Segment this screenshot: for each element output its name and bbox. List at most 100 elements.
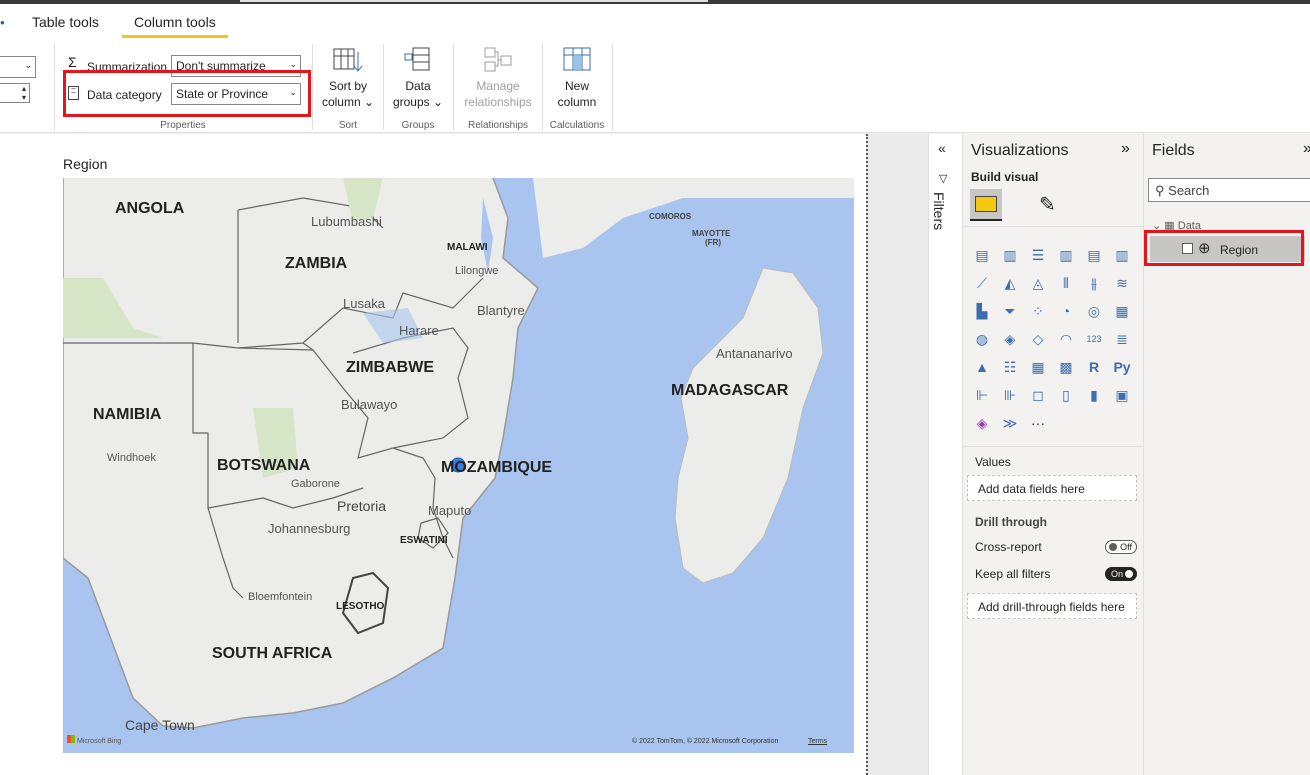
shape-map-icon[interactable]: ◇: [1028, 329, 1048, 349]
slicer-icon[interactable]: ☷: [1000, 357, 1020, 377]
sort-by-label: Sort by: [328, 79, 367, 93]
page-boundary: [866, 134, 868, 775]
map-label-mayotte-fr: (FR): [705, 238, 721, 247]
map-label-mozambique: MOZAMBIQUE: [441, 459, 553, 476]
map-terms-link[interactable]: Terms: [808, 738, 827, 745]
new-column-icon: [563, 47, 591, 71]
filled-map-icon[interactable]: ◈: [1000, 329, 1020, 349]
multi-row-card-icon[interactable]: ≣: [1112, 329, 1132, 349]
map-label-mayotte: MAYOTTE: [692, 229, 731, 238]
format-dropdown[interactable]: ⌄: [0, 56, 36, 78]
map-city-pretoria: Pretoria: [337, 498, 387, 514]
table-icon[interactable]: ▦: [1028, 357, 1048, 377]
new-label: New: [564, 79, 589, 93]
100-stacked-bar-chart-icon[interactable]: ▤: [1084, 245, 1104, 265]
map-label-botswana: BOTSWANA: [217, 457, 311, 474]
sort-by-column-button[interactable]: Sort by column ⌄: [318, 46, 378, 110]
visualizations-pane: Visualizations » Build visual ✎ ▤ ▥ ☰ ▥ …: [962, 134, 1143, 775]
pie-chart-icon[interactable]: ◔: [1056, 301, 1076, 321]
keep-all-filters-toggle[interactable]: On: [1105, 567, 1137, 581]
qna-icon[interactable]: ◻: [1028, 385, 1048, 405]
groups-group-label: Groups: [401, 120, 435, 131]
power-automate-icon[interactable]: ≫: [1000, 413, 1020, 433]
search-icon: ⚲: [1155, 183, 1165, 198]
gauge-icon[interactable]: ◠: [1056, 329, 1076, 349]
tab-column-tools[interactable]: Column tools: [122, 10, 228, 38]
sort-group-label: Sort: [338, 120, 358, 131]
python-visual-icon[interactable]: Py: [1112, 357, 1132, 377]
map-city-cape-town: Cape Town: [125, 717, 195, 733]
stacked-bar-chart-icon[interactable]: ▤: [972, 245, 992, 265]
tab-table-tools[interactable]: Table tools: [20, 10, 111, 38]
collapse-visualizations-icon[interactable]: »: [1121, 140, 1130, 158]
treemap-icon[interactable]: ▦: [1112, 301, 1132, 321]
build-visual-label: Build visual: [971, 170, 1039, 184]
column-label: column: [557, 95, 597, 109]
drill-through-drop-zone[interactable]: Add drill-through fields here: [967, 593, 1137, 619]
format-visual-icon[interactable]: ✎: [1039, 192, 1056, 217]
map-visual[interactable]: ANGOLA ZAMBIA MALAWI ZIMBABWE NAMIBIA BO…: [63, 178, 854, 753]
properties-group-label: Properties: [160, 120, 206, 131]
cross-report-toggle[interactable]: Off: [1105, 540, 1137, 554]
decimal-spinner[interactable]: ▴ ▾: [0, 83, 30, 103]
fields-grid-icon: [975, 196, 997, 212]
funnel-chart-icon[interactable]: ⏷: [1000, 301, 1020, 321]
collapse-fields-icon[interactable]: »: [1303, 140, 1310, 158]
keep-all-filters-label: Keep all filters: [975, 567, 1051, 581]
clustered-bar-chart-icon[interactable]: ☰: [1028, 245, 1048, 265]
r-script-visual-icon[interactable]: R: [1084, 357, 1104, 377]
100-stacked-column-chart-icon[interactable]: ▥: [1112, 245, 1132, 265]
paginated-report-icon[interactable]: ▮: [1084, 385, 1104, 405]
map-city-lusaka: Lusaka: [343, 296, 385, 311]
bing-logo: Microsoft Bing: [67, 735, 121, 745]
back-dot-icon: ●: [0, 18, 5, 27]
scatter-chart-icon[interactable]: ⁘: [1028, 301, 1048, 321]
map-icon[interactable]: ◍: [972, 329, 992, 349]
matrix-icon[interactable]: ▩: [1056, 357, 1076, 377]
decomposition-tree-icon[interactable]: ⊪: [1000, 385, 1020, 405]
fields-title: Fields: [1152, 142, 1195, 159]
key-influencers-icon[interactable]: ⊩: [972, 385, 992, 405]
values-drop-zone[interactable]: Add data fields here: [967, 475, 1137, 501]
map-label-lesotho: LESOTHO: [336, 601, 385, 612]
map-label-madagascar: MADAGASCAR: [671, 382, 789, 399]
line-stacked-column-icon[interactable]: ⫵: [1084, 273, 1104, 293]
new-column-button[interactable]: New column: [547, 46, 607, 110]
filters-pane-collapsed[interactable]: « ▽ Filters: [928, 134, 962, 775]
stacked-area-chart-icon[interactable]: ◬: [1028, 273, 1048, 293]
fields-search-input[interactable]: ⚲ Search: [1148, 178, 1310, 202]
card-icon[interactable]: 123: [1084, 329, 1104, 349]
manage-label: Manage: [476, 79, 520, 93]
map-city-bloemfontein: Bloemfontein: [248, 591, 313, 603]
map-label-angola: ANGOLA: [115, 200, 185, 217]
filters-label: Filters: [931, 192, 947, 231]
area-chart-icon[interactable]: ◭: [1000, 273, 1020, 293]
map-label-zambia: ZAMBIA: [285, 255, 348, 272]
expand-filters-icon[interactable]: «: [938, 140, 946, 156]
waterfall-chart-icon[interactable]: ▙: [972, 301, 992, 321]
ribbon-chart-icon[interactable]: ≋: [1112, 273, 1132, 293]
data-groups-icon: [404, 47, 430, 71]
map-city-bulawayo: Bulawayo: [341, 397, 398, 412]
data-groups-button[interactable]: Data groups ⌄: [388, 46, 448, 110]
smart-narrative-icon[interactable]: ▯: [1056, 385, 1076, 405]
power-apps-icon[interactable]: ◈: [972, 413, 992, 433]
kpi-icon[interactable]: ▲: [972, 357, 992, 377]
region-field-highlight: [1144, 230, 1304, 266]
arcgis-map-icon[interactable]: ▣: [1112, 385, 1132, 405]
manage-relationships-button[interactable]: Manage relationships: [458, 46, 538, 110]
build-visual-tab[interactable]: [970, 189, 1002, 221]
map-city-lilongwe: Lilongwe: [455, 265, 499, 277]
values-well-label: Values: [975, 455, 1011, 469]
stacked-column-chart-icon[interactable]: ▥: [1000, 245, 1020, 265]
line-clustered-column-icon[interactable]: ⫴: [1056, 273, 1076, 293]
map-label-namibia: NAMIBIA: [93, 406, 162, 423]
clustered-column-chart-icon[interactable]: ▥: [1056, 245, 1076, 265]
donut-chart-icon[interactable]: ◎: [1084, 301, 1104, 321]
more-visuals-icon[interactable]: ···: [1028, 413, 1048, 433]
line-chart-icon[interactable]: ⟋: [972, 273, 992, 293]
map-city-lubumbashi: Lubumbashi: [311, 214, 382, 229]
sort-by-column-icon: [333, 48, 363, 72]
cross-report-label: Cross-report: [975, 540, 1042, 554]
relationships-label: relationships: [464, 95, 532, 109]
